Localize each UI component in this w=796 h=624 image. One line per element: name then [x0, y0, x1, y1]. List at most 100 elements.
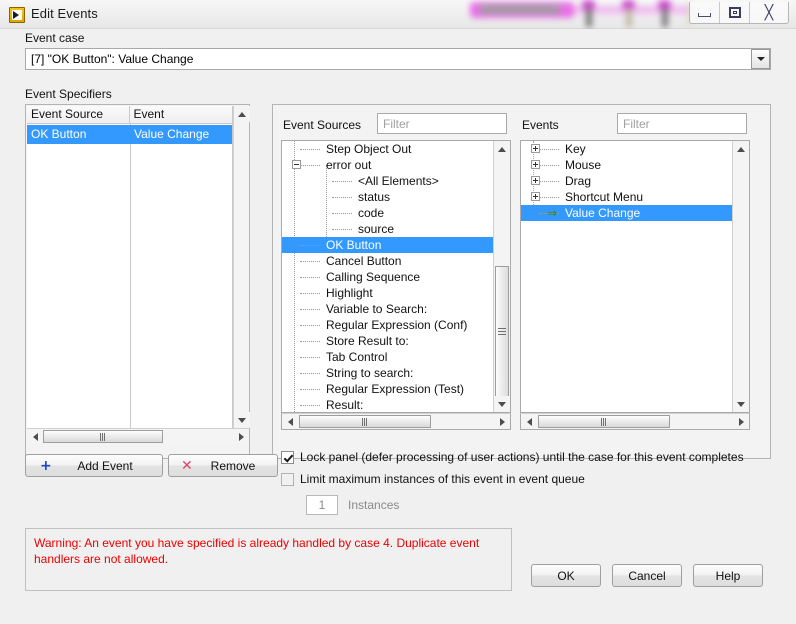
tree-node-label: Calling Sequence: [326, 270, 421, 284]
expand-icon[interactable]: [531, 192, 540, 201]
collapse-icon[interactable]: [292, 160, 301, 169]
tree-connector-line: [332, 181, 352, 182]
tree-node[interactable]: Tab Control: [282, 349, 493, 365]
minimize-button[interactable]: [690, 2, 720, 23]
triangle-down-icon: [238, 417, 246, 423]
event-sources-tree[interactable]: Step Object Out error out <All Elements> st…: [281, 140, 511, 413]
events-tree[interactable]: Key Mouse Drag Shortcut Menu ⇒ Value Change: [520, 140, 750, 413]
tree-node[interactable]: Shortcut Menu: [521, 189, 732, 205]
expand-icon[interactable]: [531, 176, 540, 185]
tree-node[interactable]: Result:: [282, 397, 493, 412]
tree-node[interactable]: Mouse: [521, 157, 732, 173]
tree-node[interactable]: Calling Sequence: [282, 269, 493, 285]
triangle-up-icon: [498, 146, 506, 152]
lock-panel-option[interactable]: Lock panel (defer processing of user act…: [281, 450, 744, 464]
expand-icon[interactable]: [531, 160, 540, 169]
scroll-down-button[interactable]: [494, 396, 510, 412]
triangle-down-icon: [498, 401, 506, 407]
scroll-up-button[interactable]: [234, 106, 250, 122]
horizontal-scroll-thumb[interactable]: [299, 415, 431, 428]
lock-panel-checkbox[interactable]: [281, 450, 294, 464]
scroll-down-button[interactable]: [733, 396, 749, 412]
tree-node[interactable]: Regular Expression (Conf): [282, 317, 493, 333]
instances-input[interactable]: 1: [306, 495, 338, 515]
tree-connector-line: [300, 277, 320, 278]
instances-value: 1: [318, 498, 326, 512]
scroll-up-button[interactable]: [494, 141, 510, 157]
tree-node-label: code: [358, 206, 385, 220]
tree-connector-line: [300, 357, 320, 358]
tree-node[interactable]: Cancel Button: [282, 253, 493, 269]
scroll-up-button[interactable]: [733, 141, 749, 157]
scroll-left-button[interactable]: [282, 414, 298, 429]
tree-node[interactable]: Step Object Out: [282, 141, 493, 157]
events-filter-input[interactable]: Filter: [617, 113, 747, 134]
help-button[interactable]: Help: [693, 564, 763, 587]
lock-panel-label: Lock panel (defer processing of user act…: [300, 450, 744, 464]
tree-node[interactable]: error out: [282, 157, 493, 173]
event-sources-vertical-scrollbar[interactable]: [493, 141, 510, 412]
specifiers-vertical-scrollbar[interactable]: [233, 106, 250, 428]
event-sources-filter-input[interactable]: Filter: [377, 113, 507, 134]
scroll-right-button[interactable]: [233, 429, 249, 444]
specifiers-horizontal-scrollbar[interactable]: [27, 428, 249, 444]
event-sources-filter-placeholder: Filter: [383, 116, 410, 131]
expand-icon[interactable]: [531, 144, 540, 153]
tree-connector-line: [300, 341, 320, 342]
vertical-scroll-thumb[interactable]: [495, 266, 509, 397]
tree-node[interactable]: Regular Expression (Test): [282, 381, 493, 397]
table-cell-event-source: OK Button: [31, 127, 87, 141]
events-vertical-scrollbar[interactable]: [732, 141, 749, 412]
add-event-button[interactable]: + Add Event: [25, 454, 163, 477]
table-row[interactable]: OK Button Value Change: [27, 125, 232, 144]
scroll-left-button[interactable]: [521, 414, 537, 429]
tree-connector-line: [539, 181, 559, 182]
tree-node[interactable]: OK Button: [282, 237, 493, 253]
tree-connector-line: [332, 197, 352, 198]
tree-node[interactable]: <All Elements>: [282, 173, 493, 189]
tree-node[interactable]: Store Result to:: [282, 333, 493, 349]
blurred-background-region: [470, 0, 690, 27]
scroll-right-button[interactable]: [733, 414, 749, 429]
limit-instances-checkbox[interactable]: [281, 472, 294, 486]
scroll-left-button[interactable]: [27, 429, 43, 444]
event-sources-node-list: Step Object Out error out <All Elements> st…: [282, 141, 493, 412]
event-sources-tree-viewport: Step Object Out error out <All Elements> st…: [282, 141, 493, 412]
grip-icon: [600, 417, 608, 426]
scroll-down-button[interactable]: [234, 412, 250, 428]
maximize-button[interactable]: [720, 2, 750, 23]
tree-node-label: status: [358, 190, 391, 204]
tree-node[interactable]: Highlight: [282, 285, 493, 301]
tree-node[interactable]: ⇒ Value Change: [521, 205, 732, 221]
tree-node[interactable]: Key: [521, 141, 732, 157]
tree-node[interactable]: Drag: [521, 173, 732, 189]
horizontal-scroll-thumb[interactable]: [43, 430, 163, 443]
events-horizontal-scrollbar[interactable]: [520, 413, 750, 430]
cancel-button[interactable]: Cancel: [612, 564, 682, 587]
edit-events-dialog: Edit Events ╳ Event case [7] "OK Button"…: [0, 0, 796, 624]
limit-instances-option[interactable]: Limit maximum instances of this event in…: [281, 472, 585, 486]
ok-button[interactable]: OK: [531, 564, 601, 587]
tree-node-label: OK Button: [326, 238, 382, 252]
tree-node[interactable]: code: [282, 205, 493, 221]
title-bar[interactable]: Edit Events ╳: [0, 0, 796, 29]
close-icon: ╳: [764, 4, 774, 21]
event-sources-horizontal-scrollbar[interactable]: [281, 413, 511, 430]
events-node-list: Key Mouse Drag Shortcut Menu ⇒ Value Change: [521, 141, 732, 221]
window-controls: ╳: [689, 2, 789, 24]
close-button[interactable]: ╳: [750, 2, 788, 23]
tree-node[interactable]: Variable to Search:: [282, 301, 493, 317]
tree-node-label: Store Result to:: [326, 334, 409, 348]
tree-node-label: Regular Expression (Conf): [326, 318, 468, 332]
event-case-combobox[interactable]: [7] "OK Button": Value Change: [25, 48, 771, 70]
event-specifiers-table[interactable]: Event Source Event OK Button Value Chang…: [27, 106, 233, 428]
tree-node[interactable]: status: [282, 189, 493, 205]
ok-label: OK: [557, 568, 575, 583]
maximize-icon: [728, 7, 741, 18]
tree-node[interactable]: source: [282, 221, 493, 237]
remove-button[interactable]: ✕ Remove: [168, 454, 278, 477]
horizontal-scroll-thumb[interactable]: [538, 415, 670, 428]
event-case-dropdown-button[interactable]: [751, 49, 770, 69]
scroll-right-button[interactable]: [494, 414, 510, 429]
tree-node[interactable]: String to search:: [282, 365, 493, 381]
